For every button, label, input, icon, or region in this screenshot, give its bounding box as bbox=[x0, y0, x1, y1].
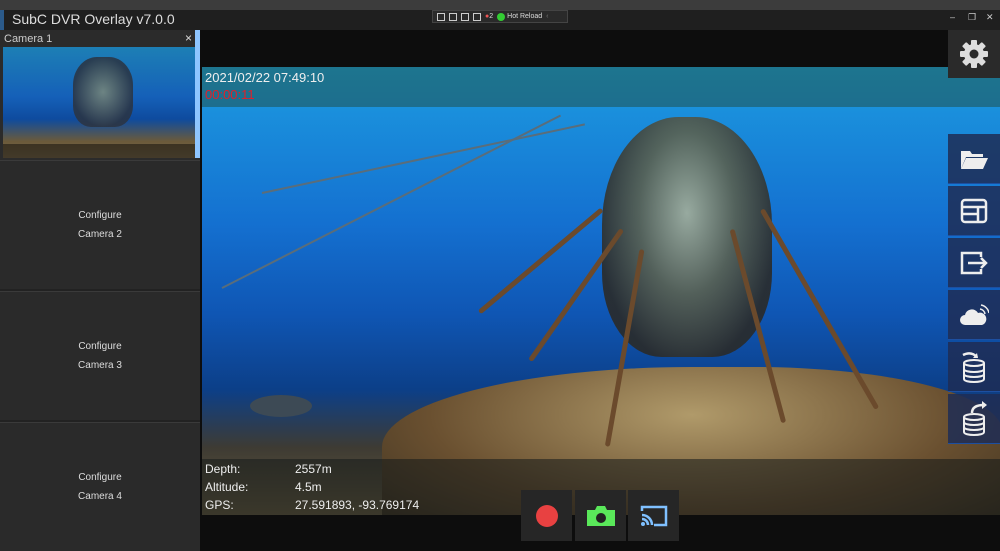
configure-camera-2-button[interactable]: Configure Camera 2 bbox=[0, 160, 200, 289]
minimize-button[interactable]: – bbox=[950, 12, 955, 22]
fish bbox=[250, 395, 312, 417]
database-export-icon bbox=[963, 400, 987, 436]
camera-1-panel[interactable]: Camera 1 × bbox=[0, 30, 200, 160]
binding-errors[interactable]: ●2 bbox=[485, 13, 493, 20]
top-overlay: 2021/02/22 07:49:10 00:00:11 bbox=[202, 67, 1000, 107]
app-title: SubC DVR Overlay v7.0.0 bbox=[12, 11, 175, 27]
label: Configure bbox=[78, 472, 122, 483]
export-button[interactable] bbox=[948, 238, 1000, 288]
label: Camera 2 bbox=[78, 229, 122, 240]
depth-row: Depth: 2557m bbox=[205, 462, 332, 476]
display-layout-icon[interactable] bbox=[461, 12, 469, 21]
snapshot-button[interactable] bbox=[575, 490, 626, 541]
label: Camera 4 bbox=[78, 491, 122, 502]
select-element-icon[interactable] bbox=[449, 12, 457, 21]
close-camera-1-button[interactable]: × bbox=[185, 31, 192, 45]
top-strip bbox=[0, 0, 1000, 10]
video-feed: 2021/02/22 07:49:10 00:00:11 Depth: 2557m… bbox=[202, 67, 1000, 515]
check-icon bbox=[497, 12, 506, 21]
database-import-button[interactable] bbox=[948, 342, 1000, 392]
label: Camera 3 bbox=[78, 360, 122, 371]
cast-icon bbox=[640, 505, 667, 526]
camera-sidebar: Camera 1 × Configure Camera 2 Configure Ca… bbox=[0, 30, 200, 551]
layout-icon bbox=[960, 198, 988, 223]
hot-reload-button[interactable]: Hot Reload bbox=[497, 12, 542, 21]
layout-button[interactable] bbox=[948, 186, 1000, 236]
camera-1-thumbnail[interactable] bbox=[3, 47, 195, 158]
timestamp: 2021/02/22 07:49:10 bbox=[205, 70, 325, 85]
collapse-button[interactable]: ‹ bbox=[546, 13, 548, 20]
main-view: 2021/02/22 07:49:10 00:00:11 Depth: 2557m… bbox=[200, 30, 1000, 551]
cloud-upload-button[interactable] bbox=[948, 290, 1000, 340]
folder-open-icon bbox=[961, 150, 988, 169]
altitude-row: Altitude: 4.5m bbox=[205, 480, 322, 494]
camera-icon bbox=[586, 505, 615, 526]
gps-row: GPS: 27.591893, -93.769174 bbox=[205, 498, 420, 512]
cast-button[interactable] bbox=[628, 490, 679, 541]
database-import-icon bbox=[962, 351, 985, 383]
database-export-button[interactable] bbox=[948, 394, 1000, 444]
open-folder-button[interactable] bbox=[948, 134, 1000, 184]
close-button[interactable]: ✕ bbox=[986, 12, 994, 23]
live-tree-icon[interactable] bbox=[437, 12, 445, 21]
record-icon bbox=[535, 504, 558, 527]
label: Configure bbox=[78, 210, 122, 221]
settings-button[interactable] bbox=[948, 30, 1000, 78]
record-button[interactable] bbox=[521, 490, 572, 541]
configure-camera-4-button[interactable]: Configure Camera 4 bbox=[0, 422, 200, 551]
maximize-button[interactable]: ❐ bbox=[968, 12, 976, 23]
label: Configure bbox=[78, 341, 122, 352]
export-icon bbox=[960, 251, 988, 274]
camera-1-label: Camera 1 bbox=[4, 33, 53, 45]
configure-camera-3-button[interactable]: Configure Camera 3 bbox=[0, 291, 200, 420]
track-focus-icon[interactable] bbox=[473, 12, 481, 21]
gear-icon bbox=[960, 40, 988, 68]
debug-toolbar: ●2 Hot Reload ‹ bbox=[432, 10, 568, 23]
recording-timer: 00:00:11 bbox=[205, 87, 255, 102]
cloud-icon bbox=[960, 303, 989, 325]
